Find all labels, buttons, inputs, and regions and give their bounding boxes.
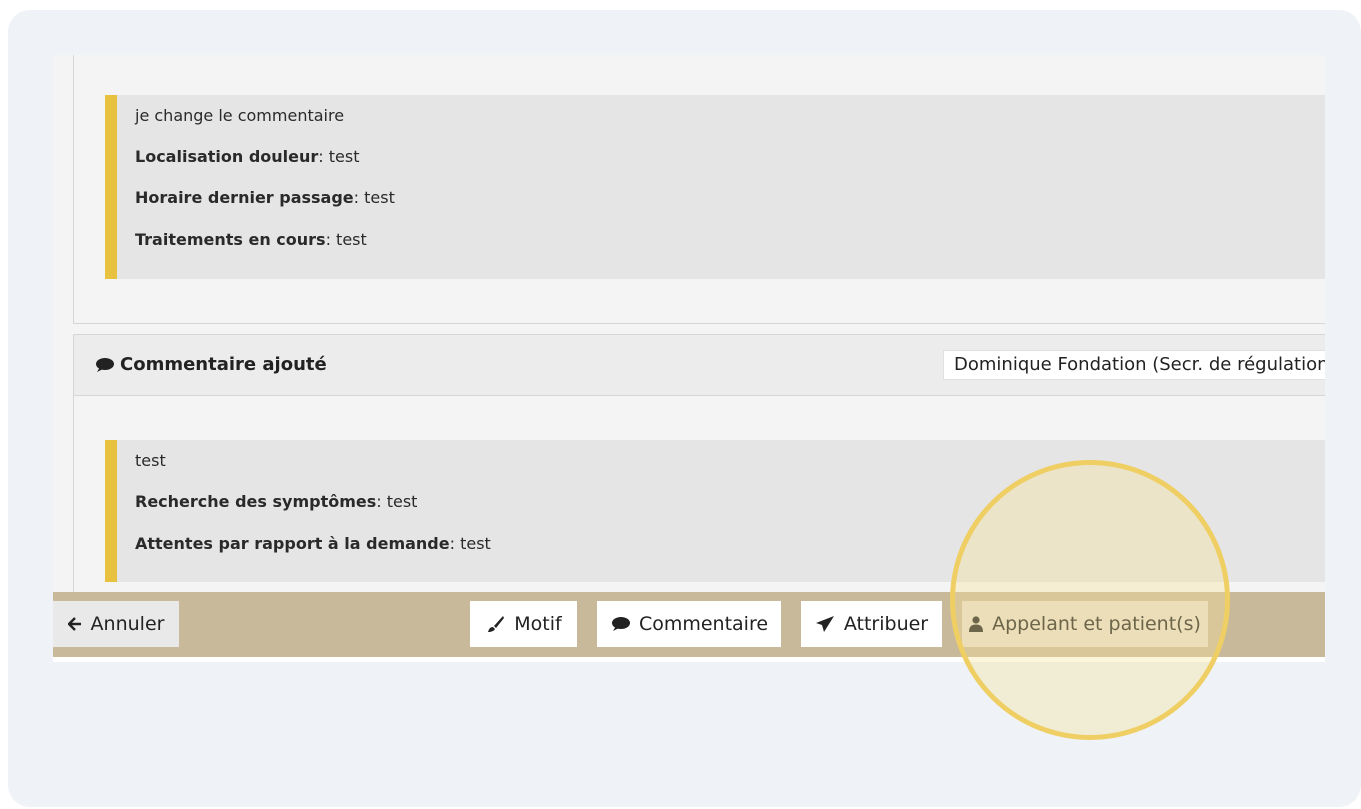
comment-field-symptomes: Recherche des symptômes: test xyxy=(135,492,418,511)
entry-content-block: je change le commentaire Localisation do… xyxy=(105,95,1325,279)
cancel-button[interactable]: Annuler xyxy=(53,601,179,647)
speech-bubble-icon xyxy=(611,617,630,631)
comment-entry-title: Commentaire ajouté xyxy=(94,354,327,375)
action-toolbar: Annuler Motif Commentaire Attribuer Appe… xyxy=(53,592,1325,657)
entry-text: je change le commentaire xyxy=(135,106,345,125)
history-panel: je change le commentaire Localisation do… xyxy=(53,55,1325,592)
toolbar-divider xyxy=(53,657,1325,662)
author-badge: Dominique Fondation (Secr. de régulation xyxy=(943,350,1325,380)
comment-content-block: test Recherche des symptômes: test Atten… xyxy=(105,440,1325,582)
entry-field-localisation: Localisation douleur: test xyxy=(135,147,360,166)
user-icon xyxy=(969,616,984,632)
comment-button[interactable]: Commentaire xyxy=(597,601,781,647)
content-viewport: je change le commentaire Localisation do… xyxy=(53,55,1325,770)
history-entry-card: je change le commentaire Localisation do… xyxy=(73,55,1325,324)
assign-button[interactable]: Attribuer xyxy=(801,601,942,647)
callers-patients-button[interactable]: Appelant et patient(s) xyxy=(962,601,1208,647)
comment-entry-card: Commentaire ajouté Dominique Fondation (… xyxy=(73,334,1325,592)
entry-field-traitements: Traitements en cours: test xyxy=(135,230,367,249)
motif-button[interactable]: Motif xyxy=(470,601,577,647)
arrow-left-icon xyxy=(67,617,81,631)
comment-entry-header: Commentaire ajouté Dominique Fondation (… xyxy=(74,335,1325,396)
brush-icon xyxy=(488,616,505,632)
speech-bubble-icon xyxy=(96,357,114,372)
entry-field-horaire: Horaire dernier passage: test xyxy=(135,188,395,207)
comment-field-attentes: Attentes par rapport à la demande: test xyxy=(135,534,491,553)
paper-plane-icon xyxy=(815,616,834,632)
comment-text: test xyxy=(135,451,166,470)
